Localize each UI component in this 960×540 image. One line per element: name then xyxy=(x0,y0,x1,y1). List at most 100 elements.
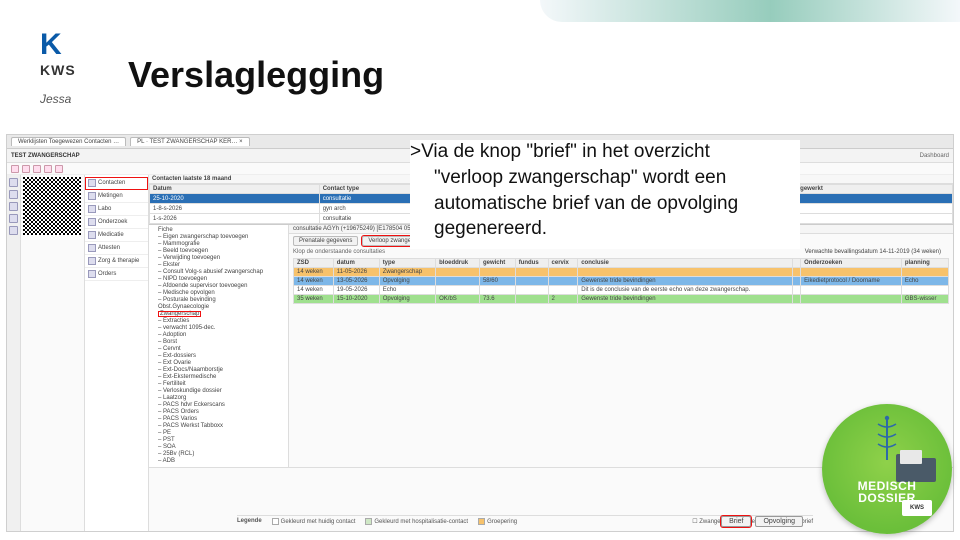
tree-item[interactable]: – Afdoende supervisor toevoegen xyxy=(152,283,285,290)
tree-item[interactable]: – PACS hdvr Eckerscans xyxy=(152,402,285,409)
table-row[interactable]: 14 weken11-05-2026Zwangerschap xyxy=(294,268,949,277)
tab-patient[interactable]: PL · TEST ZWANGERSCHAP KER… × xyxy=(130,137,249,146)
decorative-stripe xyxy=(540,0,960,22)
tree-item[interactable]: Zwangerschap xyxy=(152,311,285,318)
tree-item[interactable]: – Ext-dossiers xyxy=(152,353,285,360)
cell: 19-05-2026 xyxy=(333,286,379,295)
cell xyxy=(479,268,515,277)
tree-item[interactable]: – PACS Werkst Tabboxx xyxy=(152,423,285,430)
nav-label: Contacten xyxy=(98,180,125,186)
rail-icon[interactable] xyxy=(9,178,18,187)
cell xyxy=(792,286,801,295)
tree-item[interactable]: – Verwijding toevoegen xyxy=(152,255,285,262)
nav-item-zorg & therapie[interactable]: Zorg & therapie xyxy=(85,255,148,268)
table-row[interactable]: 14 weken19-05-2026EchoDit is de conclusi… xyxy=(294,286,949,295)
legend-item: Gekleurd met huidig contact xyxy=(281,519,356,525)
cell xyxy=(578,268,792,277)
toolbar-icon[interactable] xyxy=(44,165,52,173)
tree-item[interactable]: – Verloskundige dossier xyxy=(152,388,285,395)
cell xyxy=(801,268,902,277)
tree-item[interactable]: – Extracties xyxy=(152,318,285,325)
table-row[interactable]: 35 weken15-10-2020OpvolgingOK/bS73.62Gew… xyxy=(294,295,949,304)
nav-item-attesten[interactable]: Attesten xyxy=(85,242,148,255)
tree-item[interactable]: – SOA xyxy=(152,444,285,451)
tree-item[interactable]: – Beeld toevoegen xyxy=(152,248,285,255)
cell: 14 weken xyxy=(294,286,334,295)
cell: 1-8-s-2026 xyxy=(150,204,320,214)
logo-block: K KWS Jessa xyxy=(40,28,110,106)
toolbar-icon[interactable] xyxy=(22,165,30,173)
cell xyxy=(901,268,948,277)
brief-button[interactable]: Brief xyxy=(721,516,751,527)
logo-k-icon: K xyxy=(40,28,110,62)
tree-item[interactable]: – Posturale bevinding xyxy=(152,297,285,304)
qr-column xyxy=(21,175,85,531)
tree-item[interactable]: – PACS Varios xyxy=(152,416,285,423)
cell: Gewenste tride bevindingen xyxy=(578,295,792,304)
nav-icon xyxy=(88,192,96,200)
nav-item-medicatie[interactable]: Medicatie xyxy=(85,229,148,242)
flow-subline: Klop de onderstaande consultaties Verwac… xyxy=(289,248,953,256)
tree-item[interactable]: – PACS Orders xyxy=(152,409,285,416)
nav-item-onderzoek[interactable]: Onderzoek xyxy=(85,216,148,229)
tree-item[interactable]: – ADB xyxy=(152,458,285,465)
tree-item[interactable]: – Medische opvolgen xyxy=(152,290,285,297)
dashboard-link[interactable]: Dashboard xyxy=(920,153,949,159)
tree-item[interactable]: – Ext Ovarie xyxy=(152,360,285,367)
tree-item[interactable]: – PST xyxy=(152,437,285,444)
cell: ☑ xyxy=(790,204,952,214)
toolbar-icon[interactable] xyxy=(11,165,19,173)
nav-label: Onderzoek xyxy=(98,219,127,225)
tree-item[interactable]: Fiche xyxy=(152,227,285,234)
patient-name: TEST ZWANGERSCHAP xyxy=(11,153,80,159)
tree-item[interactable]: – Fertiliteit xyxy=(152,381,285,388)
tree-item[interactable]: – NIPD toevoegen xyxy=(152,276,285,283)
nav-label: Medicatie xyxy=(98,232,124,238)
nav-item-orders[interactable]: Orders xyxy=(85,268,148,281)
cell: 73.6 xyxy=(479,295,515,304)
tree-item[interactable]: – Mammografie xyxy=(152,241,285,248)
rail-icon[interactable] xyxy=(9,226,18,235)
tab-prenatal[interactable]: Prenatale gegevens xyxy=(293,236,358,246)
tree-item[interactable]: – Eigen zwangerschap toevoegen xyxy=(152,234,285,241)
nav-label: Attesten xyxy=(98,245,120,251)
cell xyxy=(801,286,902,295)
tree-item[interactable]: – Consult Volg-s abusief zwangerschap xyxy=(152,269,285,276)
rail-icon[interactable] xyxy=(9,202,18,211)
nav-icon xyxy=(88,244,96,252)
cell xyxy=(901,286,948,295)
side-rail xyxy=(7,175,21,531)
cell: Gewenste tride bevindingen xyxy=(578,277,792,286)
tab-worklists[interactable]: Werklijsten Toegewezen Contacten … xyxy=(11,137,126,146)
nav-icon xyxy=(88,257,96,265)
tree-item[interactable]: – Ext-Ekstermedische xyxy=(152,374,285,381)
cell: Echo xyxy=(379,286,435,295)
tree-item[interactable]: – Cervnt xyxy=(152,346,285,353)
toolbar-icon[interactable] xyxy=(33,165,41,173)
cell: 14 weken xyxy=(294,277,334,286)
rail-icon[interactable] xyxy=(9,214,18,223)
nav-icon xyxy=(88,270,96,278)
tree-item[interactable]: – verwacht 1095-dec. xyxy=(152,325,285,332)
nav-item-metingen[interactable]: Metingen xyxy=(85,190,148,203)
logo-kws-text: KWS xyxy=(40,62,110,78)
nav-item-labo[interactable]: Labo xyxy=(85,203,148,216)
cell: 25-10-2020 xyxy=(150,194,320,204)
rail-icon[interactable] xyxy=(9,190,18,199)
body-paragraph: >Via de knop "brief" in het overzicht "v… xyxy=(410,140,800,249)
cell: ☐ xyxy=(790,214,952,224)
tree-item[interactable]: – PE xyxy=(152,430,285,437)
tree-item[interactable]: – Ext-Docs/Naamborstje xyxy=(152,367,285,374)
opvolging-button[interactable]: Opvolging xyxy=(755,516,803,527)
nav-item-contacten[interactable]: Contacten xyxy=(85,177,148,190)
cell: 1-s-2026 xyxy=(150,214,320,224)
tree-item[interactable]: – 25Bv (RCL) xyxy=(152,451,285,458)
tree-item[interactable]: – Laatzorg xyxy=(152,395,285,402)
tree-item[interactable]: Obst.Gynaecologie xyxy=(152,304,285,311)
col-header: bloeddruk xyxy=(436,259,480,268)
tree-item[interactable]: – Adoption xyxy=(152,332,285,339)
tree-item[interactable]: – Ekster xyxy=(152,262,285,269)
toolbar-icon[interactable] xyxy=(55,165,63,173)
tree-item[interactable]: – Borst xyxy=(152,339,285,346)
table-row[interactable]: 14 weken13-05-2026Opvolging58/60Gewenste… xyxy=(294,277,949,286)
